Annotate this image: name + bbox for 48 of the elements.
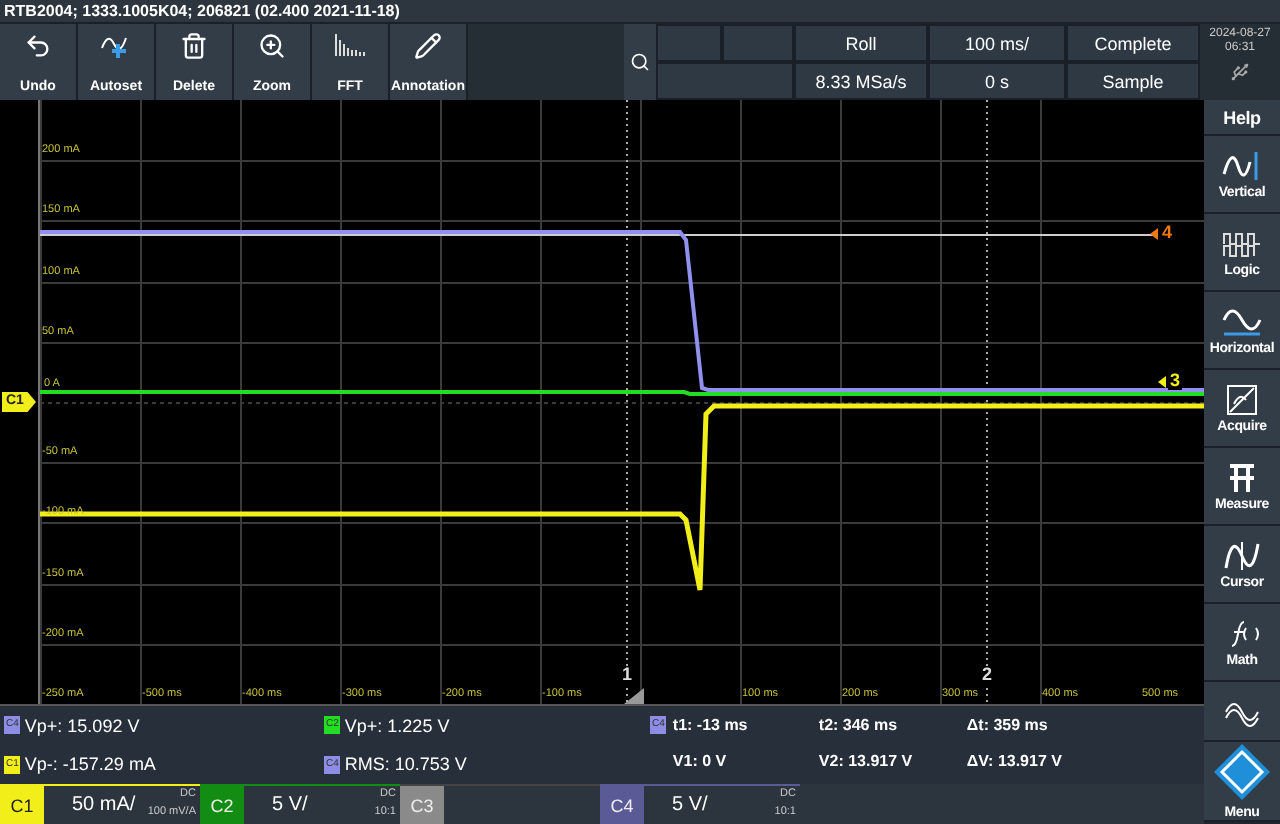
cursor-value: V2: 13.917 V (818, 752, 915, 770)
usb-icon (1230, 62, 1250, 82)
channel-label: C3 (400, 786, 444, 824)
sine-horizontal-icon (1220, 305, 1264, 337)
cursor-marker[interactable]: 1 (620, 666, 635, 684)
channel-label: C2 (200, 786, 244, 824)
sample-rate[interactable]: 8.33 MSa/s (794, 62, 928, 100)
spectrum-icon (334, 32, 366, 56)
time-offset[interactable]: 0 s (928, 62, 1066, 100)
pulse-train-icon (1220, 227, 1264, 259)
vertical-scale: 5 V/ (272, 794, 308, 816)
cursor-value: Δt: 359 ms (966, 716, 1050, 734)
channel-label: C1 (0, 786, 44, 824)
undo-icon (24, 32, 52, 60)
instrument-title: RTB2004; 1333.1005K04; 206821 (02.400 2021-11-18) (4, 0, 400, 22)
autoset-icon (100, 32, 132, 60)
search-icon (630, 52, 650, 72)
marker-arrow-icon (1150, 227, 1158, 239)
cursor-value: t2: 346 ms (818, 716, 900, 734)
sine-vertical-icon (1220, 149, 1264, 181)
cursor-icon (1220, 539, 1264, 571)
cursor-marker[interactable]: 2 (980, 666, 995, 684)
pencil-icon (414, 32, 442, 60)
cursor-value: V1: 0 V (672, 752, 729, 770)
measurement-value: RMS: 10.753 V (344, 754, 467, 775)
cursor-line[interactable] (626, 100, 628, 704)
cursor-line[interactable] (986, 100, 988, 704)
diamond-logo-icon (1212, 742, 1272, 802)
measurement-value: Vp+: 1.225 V (344, 715, 450, 736)
cursor-value: ΔV: 13.917 V (966, 752, 1064, 770)
cursor-value: t1: -13 ms (672, 716, 750, 734)
trash-icon (180, 32, 208, 60)
level-marker[interactable]: 4 (1160, 224, 1175, 242)
help-button[interactable]: Help (1204, 100, 1280, 136)
zoom-icon (258, 32, 286, 60)
vertical-scale: 5 V/ (672, 794, 708, 816)
acquisition-type[interactable]: Sample (1066, 62, 1200, 100)
acquisition-mode[interactable]: Roll (794, 24, 928, 62)
side-menu-button[interactable] (1204, 682, 1280, 742)
measurement-value: Vp+: 15.092 V (24, 715, 140, 736)
level-marker[interactable]: 3 (1168, 372, 1183, 390)
measurement-value: Vp-: -157.29 mA (24, 754, 156, 775)
marker-arrow-icon (1158, 375, 1166, 387)
channel-label: C4 (600, 786, 644, 824)
time-scale[interactable]: 100 ms/ (928, 24, 1066, 62)
vertical-scale: 50 mA/ (72, 794, 136, 816)
toolbar-tile[interactable] (624, 24, 656, 100)
acquisition-status[interactable]: Complete (1066, 24, 1200, 62)
